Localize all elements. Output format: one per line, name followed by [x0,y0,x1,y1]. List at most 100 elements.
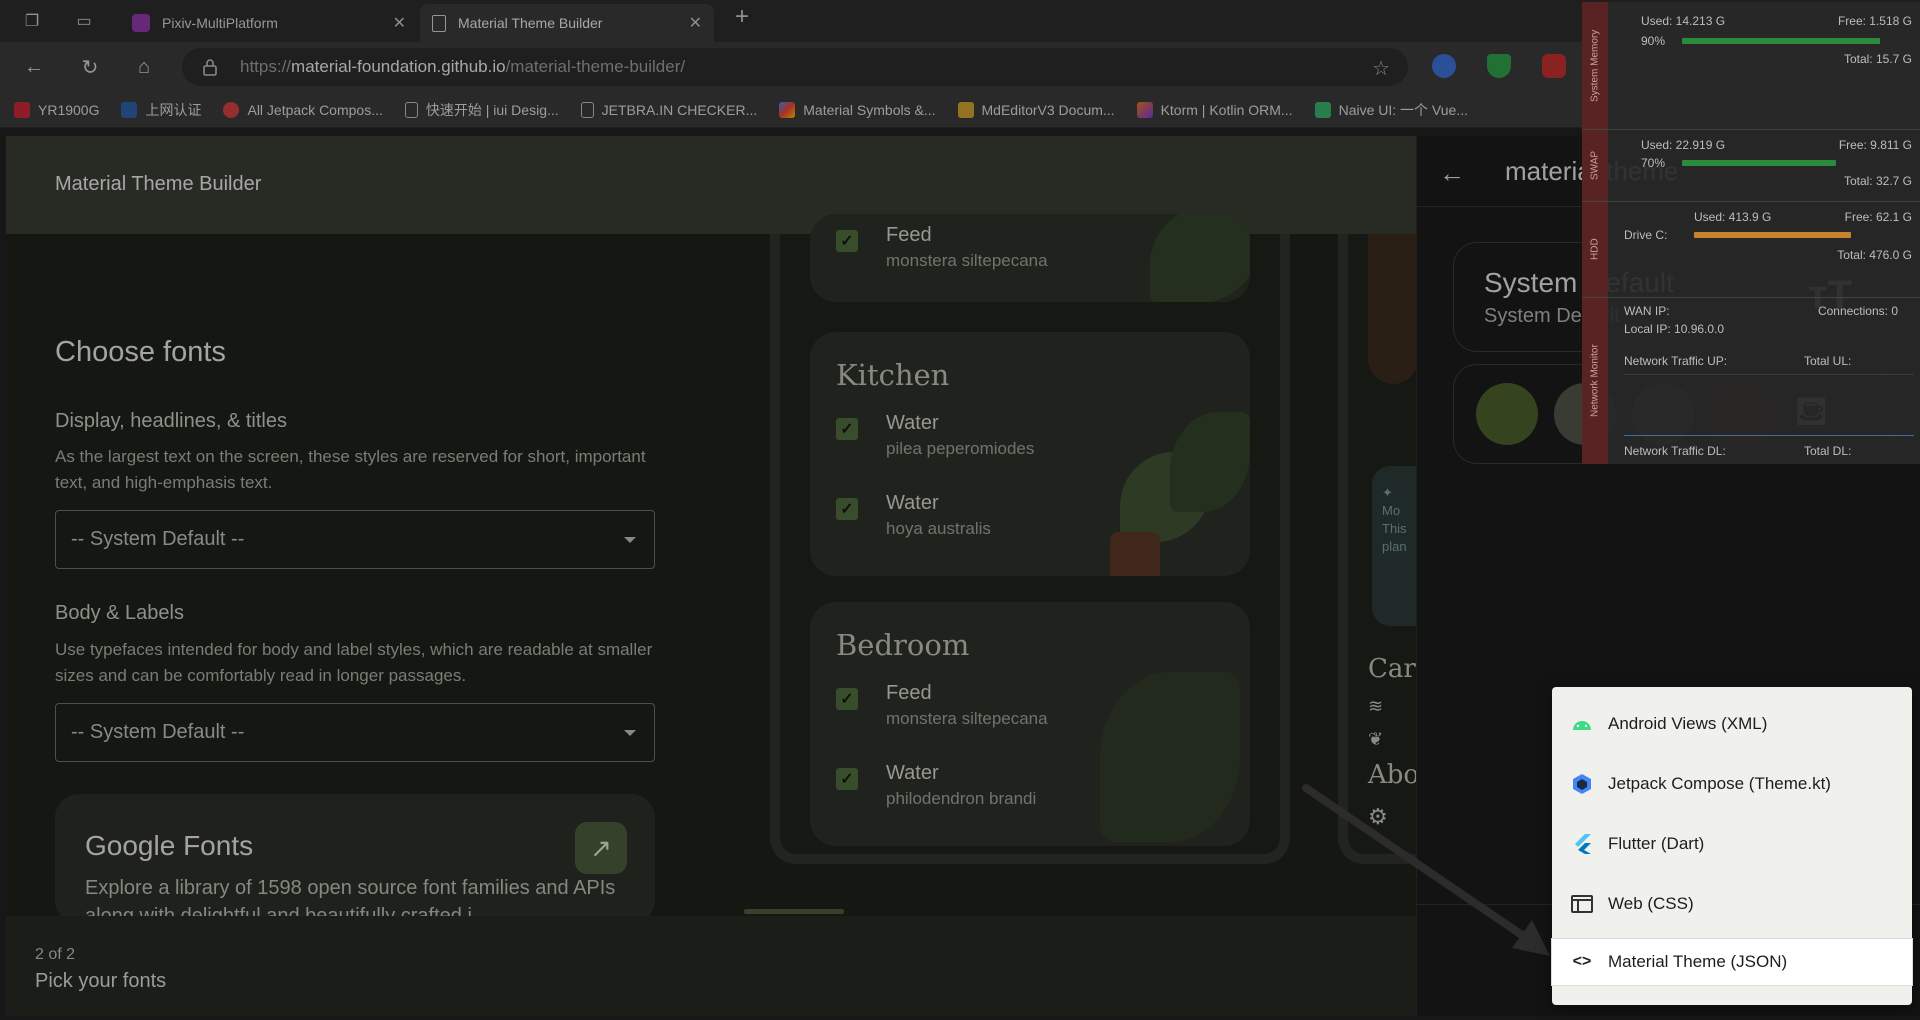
shield-extension-icon[interactable] [1487,54,1511,78]
choose-fonts-heading: Choose fonts [55,336,226,368]
body-font-select[interactable]: -- System Default -- [55,703,655,762]
back-icon[interactable]: ← [20,54,48,80]
checkbox-checked-icon: ✓ [836,688,858,710]
workspaces-icon[interactable]: ❐ [20,10,44,32]
monitor-tab: HDD [1582,202,1608,297]
tab-pixiv[interactable]: Pixiv-MultiPlatform ✕ [120,4,418,42]
network-section: Network Monitor WAN IP: Connections: 0 L… [1582,298,1920,464]
bookmark-item[interactable]: JETBRA.IN CHECKER... [580,101,757,118]
menu-item-web-css[interactable]: Web (CSS) [1552,881,1912,927]
memory-usage-bar [1682,38,1880,44]
room-card-kitchen: Kitchen ✓ Water pilea peperomiodes ✓ Wate… [810,332,1250,576]
checkbox-checked-icon: ✓ [836,768,858,790]
vertical-tabs-icon[interactable]: ▭ [72,10,96,32]
menu-item-android-views[interactable]: Android Views (XML) [1552,701,1912,747]
task-item: ✓ Water pilea peperomiodes [836,412,1034,459]
task-item: ✓ Water philodendron brandi [836,762,1036,809]
leaf-illustration-icon [1150,214,1250,302]
home-icon[interactable]: ⌂ [130,54,158,80]
monitor-tab: System Memory [1582,2,1608,129]
bookmark-item[interactable]: Ktorm | Kotlin ORM... [1136,101,1293,118]
checkbox-checked-icon: ✓ [836,418,858,440]
bookmark-item[interactable]: All Jetpack Compos... [223,101,383,118]
open-external-icon[interactable]: ↗ [575,822,627,874]
monitor-tab: Network Monitor [1582,298,1608,464]
display-font-select[interactable]: -- System Default -- [55,510,655,569]
water-wave-icon: ≋ [1368,696,1384,716]
new-tab-icon[interactable]: + [730,3,754,30]
bookmark-item[interactable]: 快速开始 | iui Desig... [404,100,559,120]
app-title: Material Theme Builder [55,173,262,195]
section-title: Car [1368,654,1416,684]
page-icon [404,101,418,118]
bookmark-item[interactable]: MdEditorV3 Docum... [957,101,1115,118]
body-section-description: Use typefaces intended for body and labe… [55,640,653,685]
menu-item-material-theme-json[interactable]: <> Material Theme (JSON) [1551,938,1913,986]
bookmark-item[interactable]: Material Symbols &... [779,101,936,118]
compose-icon [1570,773,1594,795]
hdd-section: HDD Used: 413.9 G Free: 62.1 G Drive C: … [1582,202,1920,298]
checkbox-checked-icon: ✓ [836,498,858,520]
bookmark-item[interactable]: YR1900G [14,101,99,118]
swap-section: SWAP Used: 22.919 G Free: 9.811 G 70% To… [1582,130,1920,202]
room-title: Bedroom [836,628,970,662]
section-title: Abo [1368,760,1416,790]
google-fonts-title: Google Fonts [85,830,254,861]
bookmark-item[interactable]: 上网认证 [121,100,201,120]
code-icon: <> [1572,953,1592,970]
url-scheme: https:// [240,57,292,76]
bookmark-favicon-icon [1136,101,1153,118]
stepper-footer: 2 of 2 Pick your fonts [6,916,1416,1016]
bookmark-favicon-icon [121,101,138,118]
android-icon [1570,713,1594,735]
tip-card: ✦ Mo This plan [1372,466,1416,626]
room-title: Kitchen [836,358,950,392]
url-bar[interactable]: https://material-foundation.github.io/ma… [182,48,1408,86]
bookmark-item[interactable]: Naive UI: 一个 Vue... [1314,100,1468,120]
reload-icon[interactable]: ↻ [76,54,104,80]
room-card-bedroom: Bedroom ✓ Feed monstera siltepecana ✓ Wat… [810,602,1250,846]
memory-section: System Memory Used: 14.213 G Free: 1.518… [1582,2,1920,130]
google-fonts-card[interactable]: Google Fonts Explore a library of 1598 o… [55,794,655,924]
back-arrow-icon[interactable]: ← [1439,158,1465,189]
bookmark-favicon-icon [1314,101,1331,118]
leaf-illustration-icon [1100,672,1240,842]
menu-item-flutter[interactable]: Flutter (Dart) [1552,821,1912,867]
theme-builder-page: Material Theme Builder Choose fonts Disp… [6,136,1416,1016]
tab-material-theme-builder[interactable]: Material Theme Builder ✕ [420,4,714,42]
extension-icon[interactable] [1432,54,1456,78]
plant-illustration-icon [1170,412,1250,512]
primary-color-swatch[interactable] [1476,383,1538,445]
url-host: material-foundation.github.io [291,57,506,76]
preview-card: ✓ Feed monstera siltepecana [810,214,1250,302]
bookmark-favicon-icon [14,101,30,118]
system-monitor-widget: System Memory Used: 14.213 G Free: 1.518… [1582,2,1920,464]
swap-usage-bar [1682,160,1836,166]
step-label: Pick your fonts [35,970,167,992]
bookmark-favicon-icon [779,101,796,118]
sparkle-icon: ✦ [1382,485,1393,500]
plant-illustration-icon [1368,234,1416,384]
display-font-value: -- System Default -- [71,528,245,550]
dropdown-caret-icon [624,537,636,543]
plant-app-preview: ✓ Feed monstera siltepecana Kitchen ✓ Wat… [770,214,1290,864]
bookmark-favicon-icon [957,101,974,118]
lock-icon [203,59,217,76]
menu-item-jetpack-compose[interactable]: Jetpack Compose (Theme.kt) [1552,761,1912,807]
gear-icon: ⚙ [1368,804,1388,829]
flutter-icon [1570,833,1594,855]
tab-title: Pixiv-MultiPlatform [162,15,278,31]
page-icon [580,101,594,118]
extension-icon[interactable] [1542,54,1566,78]
close-tab-icon[interactable]: ✕ [689,13,702,33]
task-item: ✓ Feed monstera siltepecana [836,224,1048,271]
body-font-value: -- System Default -- [71,721,245,743]
close-tab-icon[interactable]: ✕ [393,13,406,33]
monitor-tab: SWAP [1582,130,1608,201]
task-item: ✓ Feed monstera siltepecana [836,682,1048,729]
task-item: ✓ Water hoya australis [836,492,991,539]
favorite-star-icon[interactable]: ☆ [1372,56,1390,81]
pixiv-favicon-icon [132,14,150,32]
web-icon [1570,893,1594,915]
export-menu: Android Views (XML) Jetpack Compose (The… [1551,687,1913,1005]
